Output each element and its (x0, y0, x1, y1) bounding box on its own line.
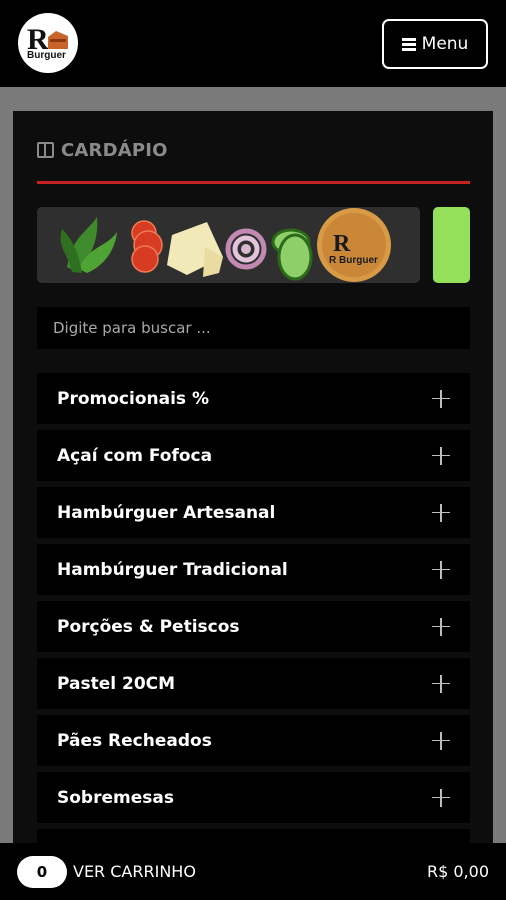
category-item[interactable]: Hambúrguer Tradicional (37, 544, 470, 595)
section-header: CARDÁPIO (37, 137, 168, 163)
cart-bar[interactable]: 0 VER CARRINHO R$ 0,00 (0, 843, 506, 900)
burger-logo-icon: R Burguer (27, 23, 68, 61)
category-item[interactable]: Pastel 20CM (37, 658, 470, 709)
category-label: Promocionais % (57, 388, 209, 409)
section-divider (37, 181, 470, 184)
svg-text:Burguer: Burguer (27, 50, 66, 61)
category-label: Açaí com Fofoca (57, 445, 213, 466)
search-input[interactable] (37, 307, 470, 349)
plus-icon[interactable] (432, 788, 450, 807)
plus-icon[interactable] (432, 503, 450, 522)
menu-button[interactable]: Menu (382, 19, 488, 69)
plus-icon[interactable] (432, 560, 450, 579)
category-label: Pães Recheados (57, 730, 212, 751)
category-item[interactable]: Pães Recheados (37, 715, 470, 766)
top-navbar: R Burguer Menu (0, 0, 506, 87)
category-label: Hambúrguer Tradicional (57, 559, 288, 580)
brand-logo[interactable]: R Burguer (18, 13, 78, 73)
banner-logo-text: R Burguer (329, 255, 378, 266)
book-icon (37, 142, 54, 158)
plus-icon[interactable] (432, 446, 450, 465)
view-cart-button[interactable]: 0 VER CARRINHO (17, 855, 196, 888)
hamburger-icon (401, 38, 416, 51)
category-item[interactable]: Açaí com Fofoca (37, 430, 470, 481)
category-item[interactable]: Porções & Petiscos (37, 601, 470, 652)
ingredients-banner-image: R R Burguer (37, 207, 420, 283)
cart-total: R$ 0,00 (426, 862, 489, 881)
category-item[interactable]: Hambúrguer Artesanal (37, 487, 470, 538)
promo-banner[interactable]: R R Burguer (37, 207, 420, 283)
plus-icon[interactable] (432, 389, 450, 408)
cart-count-badge: 0 (17, 855, 67, 888)
category-list: Promocionais % Açaí com Fofoca Hambúrgue… (37, 373, 470, 886)
category-label: Pastel 20CM (57, 673, 176, 694)
category-label: Hambúrguer Artesanal (57, 502, 276, 523)
plus-icon[interactable] (432, 674, 450, 693)
svg-text:R: R (333, 231, 351, 257)
category-label: Porções & Petiscos (57, 616, 240, 637)
plus-icon[interactable] (432, 731, 450, 750)
category-item[interactable]: Promocionais % (37, 373, 470, 424)
next-banner-slide[interactable] (433, 207, 470, 283)
menu-panel: CARDÁPIO R R Burguer Digite para buscar … (13, 111, 493, 880)
section-title: CARDÁPIO (61, 139, 168, 161)
plus-icon[interactable] (432, 617, 450, 636)
category-item[interactable]: Sobremesas (37, 772, 470, 823)
menu-button-label: Menu (421, 34, 469, 54)
view-cart-label: VER CARRINHO (73, 862, 196, 881)
category-label: Sobremesas (57, 787, 174, 808)
